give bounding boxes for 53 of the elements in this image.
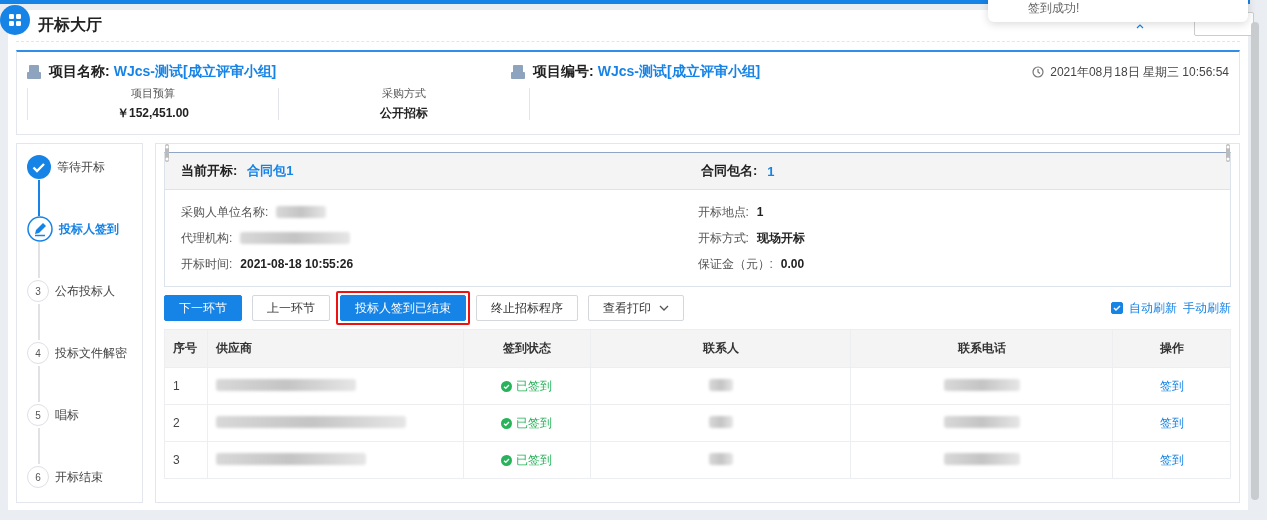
project-name-label: 项目名称: xyxy=(49,63,110,81)
current-datetime: 2021年08月18日 星期三 10:56:54 xyxy=(1050,63,1229,81)
column-header: 供应商 xyxy=(207,329,464,368)
sign-in-link[interactable]: 签到 xyxy=(1159,378,1184,393)
field-label: 开标方式: xyxy=(697,229,749,247)
action-button[interactable]: 上一环节 xyxy=(252,295,330,321)
table-cell: 2 xyxy=(164,404,208,442)
action-button[interactable]: 下一环节 xyxy=(164,295,242,321)
step-label: 唱标 xyxy=(55,406,79,424)
manual-refresh-link[interactable]: 手动刷新 xyxy=(1183,299,1231,317)
field-value: 1 xyxy=(756,205,764,219)
table-cell: 3 xyxy=(164,441,208,479)
column-header: 操作 xyxy=(1112,329,1231,368)
success-toast: 签到成功! xyxy=(988,0,1248,22)
dropdown-button[interactable]: 查看打印 xyxy=(588,295,684,321)
step-label: 等待开标 xyxy=(57,158,105,176)
auto-refresh-label[interactable]: 自动刷新 xyxy=(1129,299,1177,317)
field-label: 采购人单位名称: xyxy=(181,203,269,221)
column-header: 序号 xyxy=(164,329,208,368)
step-label: 开标结束 xyxy=(55,468,103,486)
page-title: 开标大厅 xyxy=(38,15,102,35)
stat-value: ￥152,451.00 xyxy=(116,105,190,122)
field-value: 0.00 xyxy=(780,257,805,271)
column-header: 联系电话 xyxy=(850,329,1113,368)
package-name: 1 xyxy=(767,163,775,179)
project-code: WJcs-测试[成立评审小组] xyxy=(597,63,761,81)
sign-in-link[interactable]: 签到 xyxy=(1159,452,1184,467)
action-button[interactable]: 投标人签到已结束 xyxy=(340,295,466,321)
table-cell: 1 xyxy=(164,367,208,405)
sign-in-link[interactable]: 签到 xyxy=(1159,415,1184,430)
current-bid: 合同包1 xyxy=(247,162,294,180)
field-label: 开标地点: xyxy=(697,203,749,221)
field-label: 代理机构: xyxy=(181,229,233,247)
sign-status: 已签到 xyxy=(501,451,553,469)
project-code-label: 项目编号: xyxy=(533,63,594,81)
sign-status: 已签到 xyxy=(501,414,553,432)
step-label: 投标文件解密 xyxy=(55,344,127,362)
package-label: 合同包名: xyxy=(701,162,758,180)
field-value: 现场开标 xyxy=(756,229,805,247)
step-label: 投标人签到 xyxy=(59,220,119,238)
step-label: 公布投标人 xyxy=(55,282,115,300)
column-header: 联系人 xyxy=(590,329,851,368)
field-value: 2021-08-18 10:55:26 xyxy=(240,257,354,271)
project-name: WJcs-测试[成立评审小组] xyxy=(113,63,277,81)
sign-status: 已签到 xyxy=(501,377,553,395)
action-button[interactable]: 终止招标程序 xyxy=(476,295,578,321)
stat-value: 公开招标 xyxy=(380,105,428,122)
current-bid-label: 当前开标: xyxy=(181,162,238,180)
field-label: 开标时间: xyxy=(181,255,233,273)
stat-label: 项目预算 xyxy=(131,86,175,101)
field-label: 保证金（元）: xyxy=(697,255,773,273)
stat-label: 采购方式 xyxy=(382,86,426,101)
column-header: 签到状态 xyxy=(463,329,591,368)
